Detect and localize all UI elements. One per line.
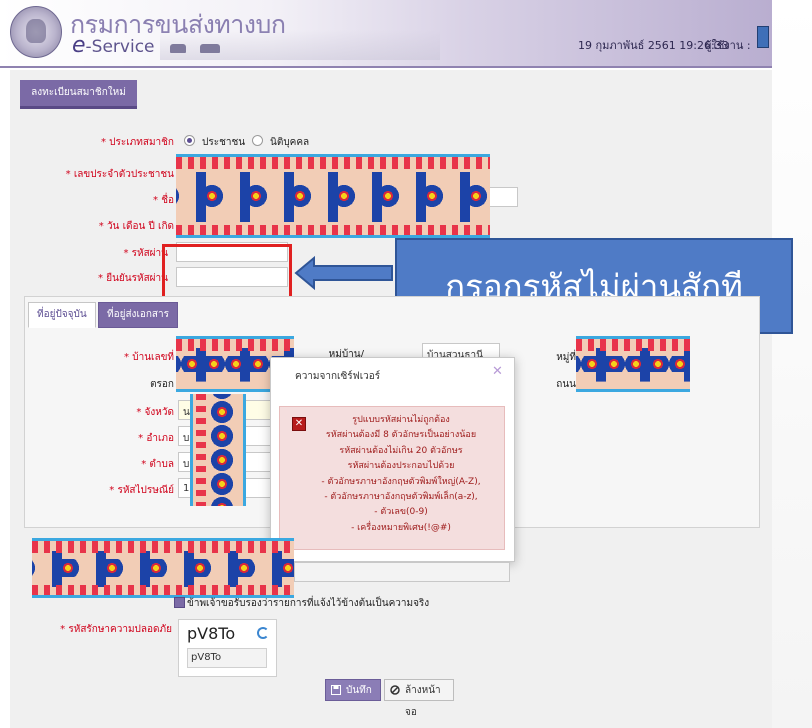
error-line: - ตัวเลข(0-9): [374, 507, 428, 518]
contact-field[interactable]: [294, 562, 510, 582]
password-highlight-box: [162, 244, 292, 300]
refresh-icon[interactable]: [257, 627, 269, 639]
radio-person-label: ประชาชน: [202, 137, 246, 148]
moo-label: หมู่ที่: [556, 352, 576, 363]
error-line: รหัสผ่านต้องไม่เกิน 20 ตัวอักษร: [339, 445, 463, 456]
subdistrict-label: * ตำบล: [141, 459, 174, 470]
error-line: รหัสผ่านต้องประกอบไปด้วย: [347, 461, 455, 472]
error-line: รูปแบบรหัสผ่านไม่ถูกต้อง: [352, 415, 450, 425]
radio-juristic[interactable]: [252, 135, 263, 146]
close-icon[interactable]: ✕: [492, 364, 503, 379]
textile-pattern-overlay: [190, 394, 246, 506]
tab-current-address[interactable]: ที่อยู่ปัจจุบัน: [28, 302, 96, 328]
confirm-checkbox[interactable]: [174, 597, 185, 608]
name-label: * ชื่อ: [153, 195, 174, 206]
confirm-password-label: * ยืนยันรหัสผ่าน: [98, 273, 168, 284]
confirm-text: ข้าพเจ้าขอรับรองว่ารายการที่แจ้งไว้ข้างต…: [187, 598, 430, 609]
captcha-code: pV8To: [187, 624, 236, 643]
name-field-end[interactable]: [486, 187, 518, 207]
bus-icon: [200, 44, 220, 53]
error-message-list: รูปแบบรหัสผ่านไม่ถูกต้อง รหัสผ่านต้องมี …: [306, 413, 496, 536]
radio-juristic-label: นิติบุคคล: [270, 137, 310, 148]
header-road-decoration: [160, 30, 440, 60]
district-label: * อำเภอ: [138, 433, 174, 444]
house-no-label: * บ้านเลขที่: [124, 352, 174, 363]
error-icon: ✕: [292, 417, 306, 431]
dob-label: * วัน เดือน ปี เกิด: [98, 221, 174, 232]
error-message-box: ✕ รูปแบบรหัสผ่านไม่ถูกต้อง รหัสผ่านต้องม…: [279, 406, 505, 550]
server-message-dialog: ความจากเซิร์ฟเวอร์ ✕ ✕ รูปแบบรหัสผ่านไม่…: [270, 357, 515, 562]
province-label: * จังหวัด: [136, 407, 174, 418]
logout-icon[interactable]: [757, 26, 769, 48]
tab-mailing-address[interactable]: ที่อยู่ส่งเอกสาร: [98, 302, 179, 328]
error-line: - ตัวอักษรภาษาอังกฤษตัวพิมพ์ใหญ่(A-Z),: [321, 476, 481, 487]
dialog-title: ความจากเซิร์ฟเวอร์: [295, 371, 381, 382]
error-line: - เครื่องหมายพิเศษ(!@#): [351, 522, 451, 533]
member-type-label: * ประเภทสมาชิก: [100, 137, 174, 148]
textile-pattern-overlay: [32, 538, 294, 598]
captcha-input[interactable]: pV8To: [187, 648, 267, 668]
soi-label: ตรอก: [150, 379, 174, 390]
password-label: * รหัสผ่าน: [123, 248, 168, 259]
captcha-label: * รหัสรักษาความปลอดภัย: [60, 624, 172, 635]
clear-icon: [390, 685, 400, 695]
save-button[interactable]: บันทึก: [325, 679, 381, 701]
page-title: ลงทะเบียนสมาชิกใหม่: [20, 80, 137, 109]
postcode-label: * รหัสไปรษณีย์: [109, 485, 174, 496]
captcha-box: pV8To pV8To: [178, 619, 277, 677]
department-seal-logo: [10, 6, 62, 58]
textile-pattern-overlay: [576, 336, 690, 392]
textile-pattern-overlay: [176, 154, 490, 238]
radio-person[interactable]: [184, 135, 195, 146]
error-line: รหัสผ่านต้องมี 8 ตัวอักษรเป็นอย่างน้อย: [325, 430, 477, 441]
save-icon: [331, 685, 341, 695]
error-line: - ตัวอักษรภาษาอังกฤษตัวพิมพ์เล็ก(a-z),: [324, 492, 478, 503]
road-label: ถนน: [556, 379, 576, 390]
page-margin: [772, 0, 812, 728]
app-header: กรมการขนส่งทางบก e-Service 19 กุมภาพันธ์…: [0, 0, 772, 68]
clear-button[interactable]: ล้างหน้าจอ: [384, 679, 454, 718]
brand-eservice: e-Service: [72, 33, 155, 58]
car-icon: [170, 44, 186, 53]
arrow-left-icon: [294, 255, 393, 291]
user-label: ผู้ใช้งาน :: [705, 39, 751, 52]
id-label: * เลขประจำตัวประชาชน: [65, 169, 174, 180]
